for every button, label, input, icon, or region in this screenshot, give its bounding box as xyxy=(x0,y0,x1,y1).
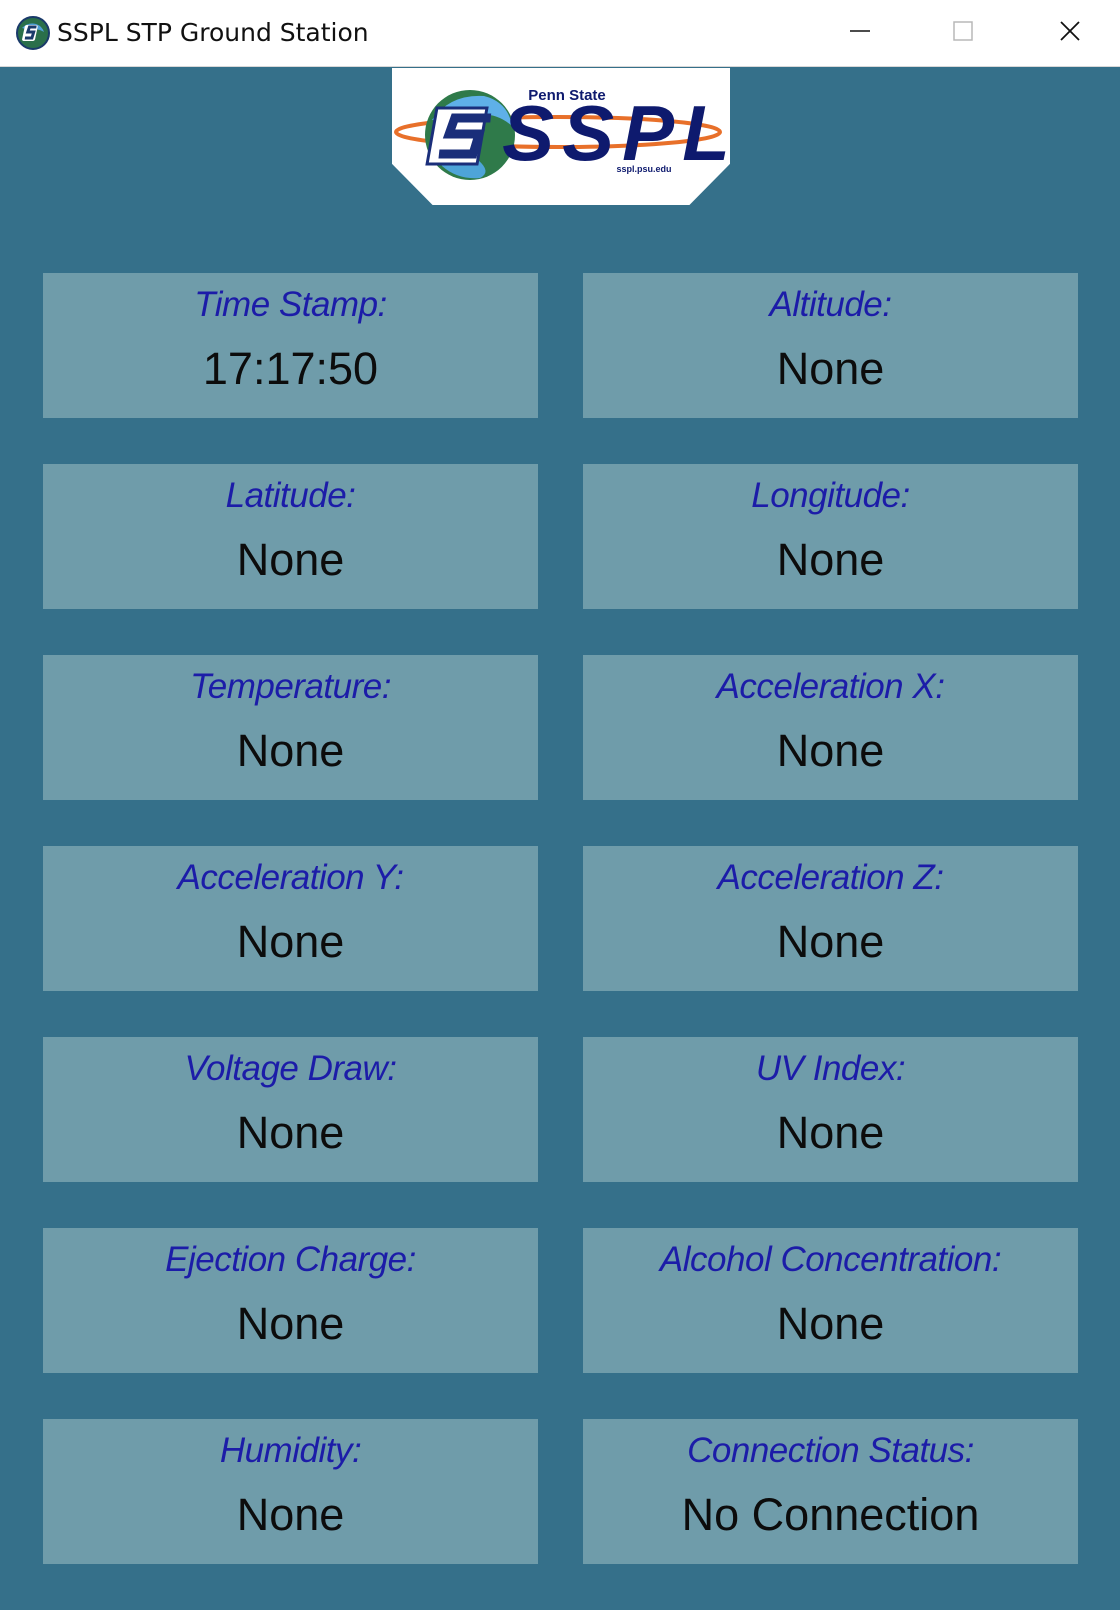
ejection-charge-label: Ejection Charge: xyxy=(165,1240,416,1279)
acceleration-z-label: Acceleration Z: xyxy=(717,858,944,897)
connection-status-label: Connection Status: xyxy=(687,1431,974,1470)
title-bar[interactable]: SSPL STP Ground Station xyxy=(0,0,1120,67)
acceleration-x-value: None xyxy=(776,725,885,776)
tile-longitude: Longitude: None xyxy=(583,464,1078,609)
maximize-icon xyxy=(952,20,974,47)
app-window: SSPL STP Ground Station Penn State SSPL … xyxy=(0,0,1120,1610)
connection-status-value: No Connection xyxy=(681,1489,980,1540)
tile-alcohol-concentration: Alcohol Concentration: None xyxy=(583,1228,1078,1373)
maximize-button[interactable] xyxy=(915,0,1011,67)
acceleration-z-value: None xyxy=(776,916,885,967)
ejection-charge-value: None xyxy=(236,1298,345,1349)
tile-acceleration-x: Acceleration X: None xyxy=(583,655,1078,800)
uv-index-value: None xyxy=(776,1107,885,1158)
window-title: SSPL STP Ground Station xyxy=(57,18,369,47)
longitude-label: Longitude: xyxy=(751,476,910,515)
close-icon xyxy=(1059,20,1081,47)
tile-connection-status: Connection Status: No Connection xyxy=(583,1419,1078,1564)
altitude-label: Altitude: xyxy=(769,285,892,324)
time-stamp-label: Time Stamp: xyxy=(194,285,387,324)
tile-acceleration-z: Acceleration Z: None xyxy=(583,846,1078,991)
latitude-label: Latitude: xyxy=(225,476,356,515)
voltage-draw-value: None xyxy=(236,1107,345,1158)
tile-voltage-draw: Voltage Draw: None xyxy=(43,1037,538,1182)
svg-text:sspl.psu.edu: sspl.psu.edu xyxy=(616,164,671,174)
latitude-value: None xyxy=(236,534,345,585)
altitude-value: None xyxy=(776,343,885,394)
tile-uv-index: UV Index: None xyxy=(583,1037,1078,1182)
acceleration-y-value: None xyxy=(236,916,345,967)
tile-acceleration-y: Acceleration Y: None xyxy=(43,846,538,991)
tile-altitude: Altitude: None xyxy=(583,273,1078,418)
tile-temperature: Temperature: None xyxy=(43,655,538,800)
minimize-icon xyxy=(849,20,871,47)
uv-index-label: UV Index: xyxy=(755,1049,906,1088)
temperature-label: Temperature: xyxy=(190,667,391,706)
alcohol-concentration-label: Alcohol Concentration: xyxy=(659,1240,1002,1279)
tile-ejection-charge: Ejection Charge: None xyxy=(43,1228,538,1373)
tile-latitude: Latitude: None xyxy=(43,464,538,609)
minimize-button[interactable] xyxy=(812,0,908,67)
acceleration-y-label: Acceleration Y: xyxy=(177,858,404,897)
longitude-value: None xyxy=(776,534,885,585)
alcohol-concentration-value: None xyxy=(776,1298,885,1349)
sspl-logo: Penn State SSPL sspl.psu.edu xyxy=(392,68,730,205)
sspl-app-icon xyxy=(16,16,50,50)
temperature-value: None xyxy=(236,725,345,776)
voltage-draw-label: Voltage Draw: xyxy=(184,1049,397,1088)
close-button[interactable] xyxy=(1022,0,1118,67)
humidity-value: None xyxy=(236,1489,345,1540)
tile-time-stamp: Time Stamp: 17:17:50 xyxy=(43,273,538,418)
humidity-label: Humidity: xyxy=(219,1431,362,1470)
tile-humidity: Humidity: None xyxy=(43,1419,538,1564)
time-stamp-value: 17:17:50 xyxy=(202,343,379,394)
acceleration-x-label: Acceleration X: xyxy=(716,667,945,706)
